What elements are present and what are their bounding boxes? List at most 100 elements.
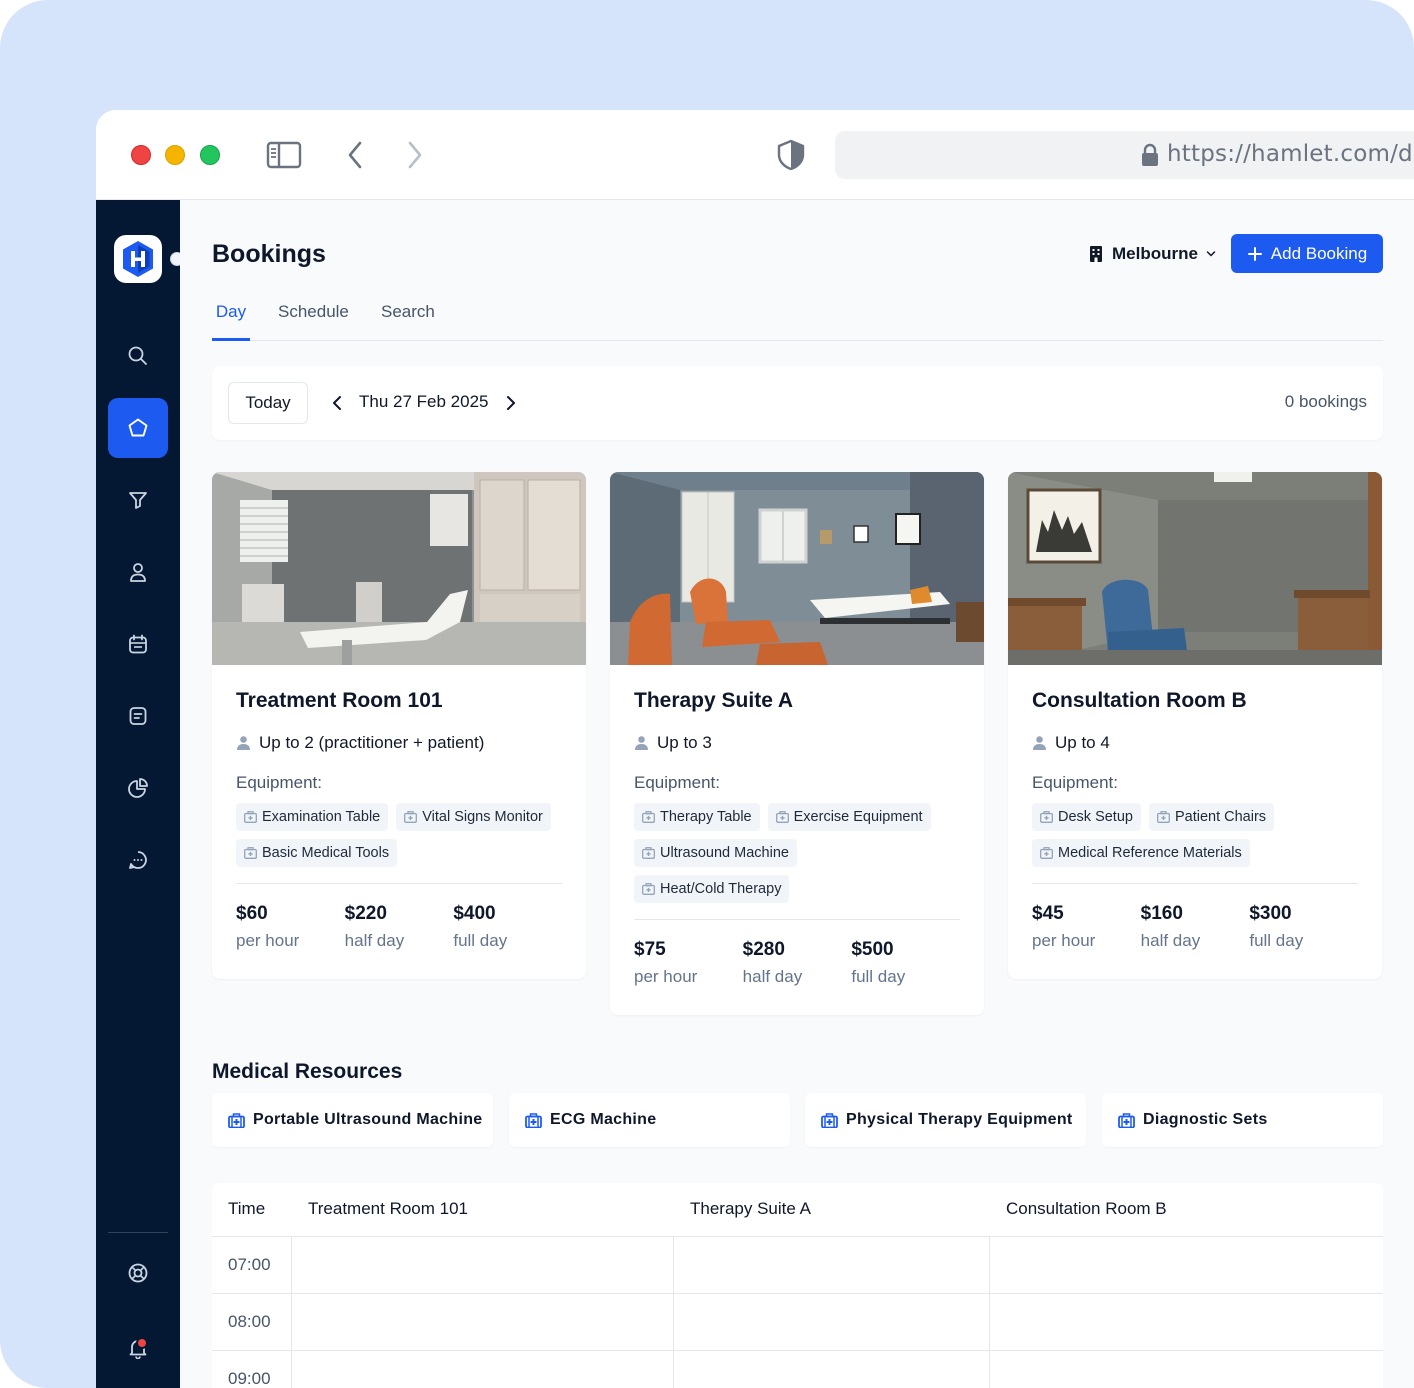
tab-schedule[interactable]: Schedule (278, 298, 349, 341)
room-card[interactable]: Consultation Room B Up to 4 Equipment: D… (1008, 472, 1382, 979)
nav-home[interactable] (108, 398, 168, 458)
chat-icon (129, 851, 147, 869)
room-photo (212, 472, 586, 665)
shield-icon[interactable] (773, 138, 809, 172)
schedule-row[interactable]: 08:00 (212, 1294, 1383, 1351)
price-unit: half day (742, 967, 803, 986)
today-button[interactable]: Today (228, 382, 308, 424)
price-hourly: $45 per hour (1032, 903, 1141, 951)
maximize-window-button[interactable] (200, 145, 220, 165)
nav-filter[interactable] (108, 470, 168, 530)
price-unit: full day (453, 931, 508, 950)
equipment-name: Desk Setup (1058, 809, 1133, 825)
schedule-row[interactable]: 07:00 (212, 1237, 1383, 1294)
tab-search[interactable]: Search (381, 298, 435, 341)
time-label: 07:00 (228, 1255, 271, 1274)
person-icon (635, 736, 648, 750)
equipment-label: Equipment: (236, 773, 322, 792)
bookings-count: 0 bookings (1284, 392, 1367, 411)
resource-item[interactable]: ECG Machine (509, 1093, 790, 1147)
add-booking-button[interactable]: Add Booking (1231, 234, 1383, 273)
forward-arrow-icon[interactable] (396, 138, 432, 172)
equipment-icon (642, 847, 655, 859)
resource-name: ECG Machine (550, 1111, 657, 1128)
room-title: Treatment Room 101 (236, 689, 443, 712)
price-unit: full day (851, 967, 906, 986)
equipment-name: Vital Signs Monitor (422, 809, 543, 825)
nav-support[interactable] (108, 1243, 168, 1303)
plus-icon (1247, 246, 1262, 261)
user-icon (130, 563, 146, 582)
home-icon (128, 418, 148, 437)
equipment-tag: Therapy Table (634, 803, 760, 831)
equipment-tags: Therapy Table Exercise Equipment Ultraso… (634, 803, 960, 903)
price-value: $45 (1032, 903, 1064, 924)
close-window-button[interactable] (131, 145, 151, 165)
main-content: Bookings Melbourne Add Booking Day Sched… (180, 200, 1414, 1388)
equipment-tag: Ultrasound Machine (634, 839, 797, 867)
resource-item[interactable]: Physical Therapy Equipment (805, 1093, 1086, 1147)
schedule-row[interactable]: 09:00 (212, 1351, 1383, 1388)
column-divider (673, 1237, 674, 1388)
nav-search[interactable] (108, 326, 168, 386)
resource-item[interactable]: Portable Ultrasound Machine (212, 1093, 493, 1147)
price-unit: full day (1249, 931, 1304, 950)
resource-name: Diagnostic Sets (1143, 1111, 1268, 1128)
nav-documents[interactable] (108, 686, 168, 746)
next-day-chevron-icon[interactable] (502, 393, 520, 413)
equipment-icon (404, 811, 418, 823)
chevron-down-icon (1206, 251, 1216, 257)
medical-kit-icon (821, 1112, 838, 1128)
equipment-tag: Patient Chairs (1148, 803, 1275, 831)
equipment-icon (1040, 847, 1053, 859)
resource-item[interactable]: Diagnostic Sets (1102, 1093, 1383, 1147)
column-header-room: Treatment Room 101 (308, 1199, 468, 1218)
price-list: $45 per hour $160 half day $300 full day (1032, 903, 1358, 979)
price-unit: half day (344, 931, 405, 950)
app-logo[interactable] (114, 235, 162, 283)
equipment-icon (642, 883, 655, 895)
nav-reports[interactable] (108, 758, 168, 818)
equipment-name: Therapy Table (660, 809, 752, 825)
column-header-room: Therapy Suite A (690, 1199, 811, 1218)
price-hourly: $75 per hour (634, 939, 743, 987)
previous-day-chevron-icon[interactable] (328, 393, 346, 413)
equipment-tag: Heat/Cold Therapy (634, 875, 790, 903)
nav-calendar[interactable] (108, 614, 168, 674)
resource-name: Physical Therapy Equipment (846, 1111, 1073, 1128)
equipment-icon (244, 811, 257, 823)
location-selector[interactable]: Melbourne (1088, 244, 1216, 264)
person-icon (1033, 736, 1046, 750)
price-value: $500 (851, 939, 894, 960)
equipment-label: Equipment: (634, 773, 720, 792)
address-bar[interactable]: https://hamlet.com/das (835, 131, 1414, 179)
sidebar-toggle-icon[interactable] (266, 138, 302, 172)
room-photo (1008, 472, 1382, 665)
price-value: $280 (742, 939, 785, 960)
equipment-name: Ultrasound Machine (660, 845, 789, 861)
time-label: 09:00 (228, 1369, 271, 1388)
browser-window: https://hamlet.com/das Bookings Melbourn… (96, 110, 1414, 1388)
divider (236, 883, 562, 884)
room-card[interactable]: Therapy Suite A Up to 3 Equipment: Thera… (610, 472, 984, 1015)
desktop-background: https://hamlet.com/das Bookings Melbourn… (0, 0, 1414, 1388)
capacity-label: Up to 4 (1055, 733, 1110, 752)
minimize-window-button[interactable] (165, 145, 185, 165)
time-label: 08:00 (228, 1312, 271, 1331)
room-card[interactable]: Treatment Room 101 Up to 2 (practitioner… (212, 472, 586, 979)
back-arrow-icon[interactable] (340, 138, 376, 172)
tab-day[interactable]: Day (212, 298, 250, 341)
search-icon (128, 346, 147, 365)
page-title: Bookings (212, 240, 326, 268)
equipment-name: Examination Table (262, 809, 381, 825)
equipment-icon (1040, 811, 1053, 823)
browser-toolbar: https://hamlet.com/das (96, 110, 1414, 200)
capacity-label: Up to 2 (practitioner + patient) (259, 733, 485, 752)
equipment-tag: Medical Reference Materials (1032, 839, 1250, 867)
equipment-name: Patient Chairs (1174, 809, 1267, 825)
nav-users[interactable] (108, 542, 168, 602)
nav-messages[interactable] (108, 830, 168, 890)
resource-name: Portable Ultrasound Machine (253, 1111, 483, 1128)
price-unit: per hour (1032, 931, 1096, 950)
document-icon (129, 707, 147, 725)
